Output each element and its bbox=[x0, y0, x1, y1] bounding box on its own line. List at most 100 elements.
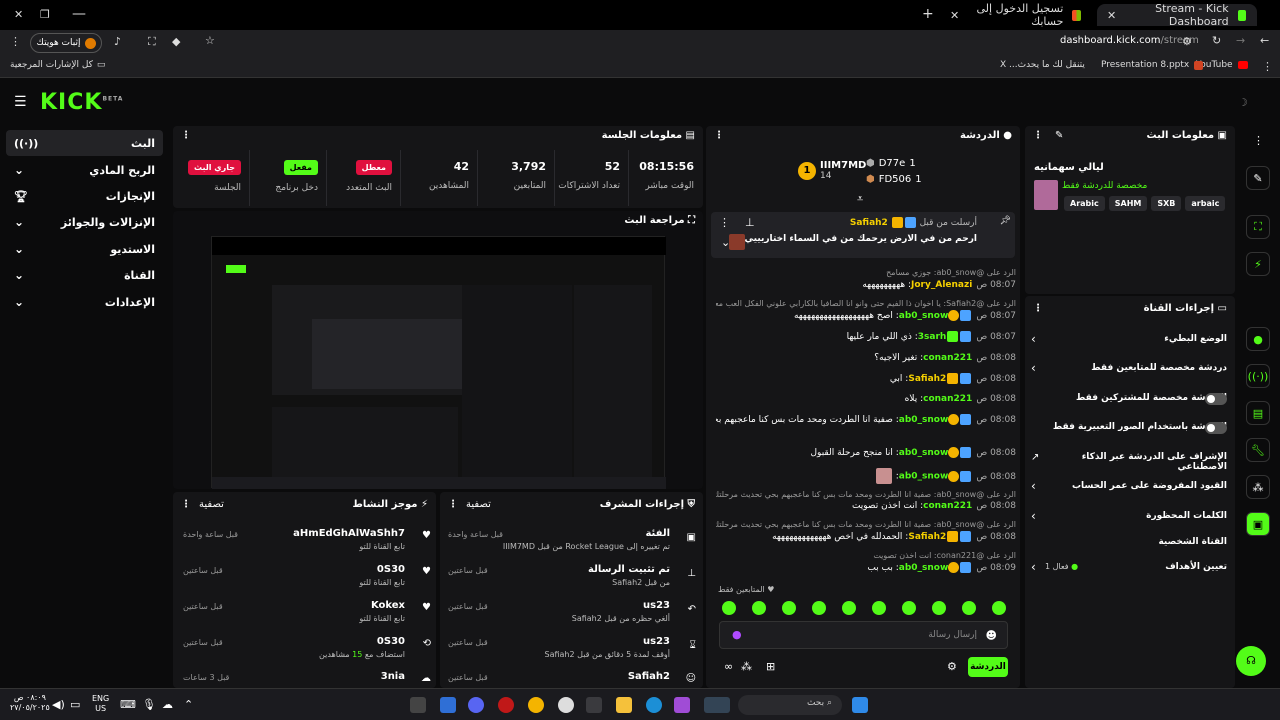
screenshot-icon[interactable]: ⛶ bbox=[148, 35, 156, 49]
sidebar-item-channel[interactable]: القناة ⌄ bbox=[6, 262, 163, 288]
taskbar-app-icon[interactable] bbox=[410, 697, 426, 713]
hamburger-menu-icon[interactable]: ☰ bbox=[14, 94, 27, 110]
send-chat-button[interactable]: الدردشة bbox=[968, 657, 1008, 677]
rail-bolt-button[interactable]: ⚡︎ bbox=[1246, 252, 1270, 276]
edge-icon[interactable] bbox=[646, 697, 662, 713]
settings-icon[interactable] bbox=[558, 697, 574, 713]
chrome-icon[interactable] bbox=[528, 697, 544, 713]
emote-button[interactable] bbox=[932, 601, 946, 615]
support-chat-button[interactable]: ☊ bbox=[1236, 646, 1266, 676]
users-icon[interactable]: ⁂ bbox=[741, 660, 752, 673]
mic-icon[interactable]: ● bbox=[732, 628, 742, 641]
menu-kebab-icon[interactable]: ⋮ bbox=[10, 35, 21, 48]
more-icon[interactable]: ⋮ bbox=[448, 499, 458, 510]
taskbar-app-icon[interactable] bbox=[586, 697, 602, 713]
emote-button[interactable] bbox=[812, 601, 826, 615]
gift-icon[interactable]: ⊞ bbox=[766, 660, 775, 673]
emote-button[interactable] bbox=[872, 601, 886, 615]
bookmark-x[interactable]: يتنقل لك ما يحدث... X bbox=[1000, 60, 1085, 70]
rail-broadcast-button[interactable]: ((·)) bbox=[1246, 364, 1270, 388]
taskbar-search[interactable]: ⌕ بحث bbox=[738, 695, 842, 715]
widgets-icon[interactable] bbox=[704, 697, 730, 713]
back-icon[interactable]: ← bbox=[1260, 34, 1269, 47]
infinity-icon[interactable]: ∞ bbox=[724, 660, 733, 673]
close-window-icon[interactable]: ✕ bbox=[14, 8, 23, 21]
more-icon[interactable]: ⋮ bbox=[181, 130, 191, 141]
cloud-icon[interactable]: ☁ bbox=[162, 698, 173, 711]
rail-layers-button[interactable]: ▤ bbox=[1246, 401, 1270, 425]
rail-chat-button[interactable]: ● bbox=[1246, 327, 1270, 351]
windows-start-icon[interactable] bbox=[852, 697, 868, 713]
network-icon[interactable]: ▭ bbox=[70, 698, 80, 711]
tag[interactable]: Arabic bbox=[1064, 196, 1105, 211]
emote-button[interactable] bbox=[722, 601, 736, 615]
filter-button[interactable]: تصفية bbox=[199, 499, 224, 510]
bookmark-star-icon[interactable]: ☆ bbox=[205, 34, 215, 47]
clock[interactable]: ٠٨:٠٩ ص ٢٧/٠٥/٢٠٢٥ bbox=[10, 693, 50, 713]
taskbar-app-icon[interactable] bbox=[440, 697, 456, 713]
profile-chip[interactable]: إثبات هويتك bbox=[30, 33, 102, 53]
emote-button[interactable] bbox=[962, 601, 976, 615]
emote-button[interactable] bbox=[902, 601, 916, 615]
tab-login[interactable]: تسجيل الدخول إلى حسابك ✕ bbox=[940, 2, 1092, 28]
stream-preview-video[interactable] bbox=[211, 236, 666, 489]
vpn-icon[interactable]: ◆ bbox=[172, 35, 180, 48]
rail-tools-button[interactable]: 🔧︎ bbox=[1246, 438, 1270, 462]
rail-edit-button[interactable]: ✎ bbox=[1246, 166, 1270, 190]
tab-kick-dashboard[interactable]: Stream - Kick Dashboard ✕ bbox=[1097, 2, 1257, 28]
collapse-leaderboard-icon[interactable]: ⩡ bbox=[857, 192, 863, 206]
emote-button[interactable] bbox=[752, 601, 766, 615]
volume-icon[interactable]: ◀︎) bbox=[52, 698, 65, 711]
emote-button[interactable] bbox=[842, 601, 856, 615]
subscribers-only-toggle[interactable] bbox=[1205, 393, 1227, 405]
extensions-icon[interactable]: ♪ bbox=[114, 35, 121, 48]
reload-icon[interactable]: ↻ bbox=[1212, 34, 1221, 47]
tag[interactable]: arbaic bbox=[1185, 196, 1226, 211]
copilot-icon[interactable] bbox=[674, 697, 690, 713]
rail-crop-button[interactable]: ⛶ bbox=[1246, 215, 1270, 239]
minimize-window-icon[interactable]: — bbox=[72, 6, 86, 22]
file-explorer-icon[interactable] bbox=[616, 697, 632, 713]
sidebar-item-studio[interactable]: الاستديو ⌄ bbox=[6, 236, 163, 262]
discord-icon[interactable] bbox=[468, 697, 484, 713]
more-icon[interactable]: ⋮ bbox=[719, 216, 730, 229]
emote-button[interactable] bbox=[992, 601, 1006, 615]
language-indicator[interactable]: ENG US bbox=[92, 694, 109, 714]
new-tab-icon[interactable]: + bbox=[922, 6, 934, 22]
sidebar-item-stream[interactable]: البث ((·)) bbox=[6, 130, 163, 156]
chat-input[interactable]: ☻ إرسال رسالة ● bbox=[719, 621, 1008, 649]
keyboard-icon[interactable]: ⌨ bbox=[120, 698, 136, 711]
tray-overflow-icon[interactable]: ⌃ bbox=[184, 698, 193, 711]
theme-icon[interactable]: ☽ bbox=[1238, 96, 1248, 109]
bookmark-presentation[interactable]: Presentation 8.pptx bbox=[1101, 60, 1204, 70]
forward-icon[interactable]: → bbox=[1236, 34, 1245, 47]
bookmarks-more-icon[interactable]: ⋮ bbox=[1262, 60, 1273, 73]
more-icon[interactable]: ⋮ bbox=[181, 499, 191, 510]
sidebar-item-monetization[interactable]: الربح المادي ⌄ bbox=[6, 157, 163, 183]
emote-button[interactable] bbox=[782, 601, 796, 615]
chat-settings-icon[interactable]: ⚙ bbox=[947, 660, 957, 673]
close-tab-icon[interactable]: ✕ bbox=[950, 9, 959, 22]
mic-icon[interactable]: 🎙︎ bbox=[142, 698, 156, 711]
edit-icon[interactable]: ✎ bbox=[1055, 130, 1063, 141]
rail-share-button[interactable]: ⁂ bbox=[1246, 475, 1270, 499]
taskbar-app-icon[interactable] bbox=[498, 697, 514, 713]
restore-window-icon[interactable]: ❐ bbox=[40, 8, 50, 21]
more-icon[interactable]: ⋮ bbox=[1253, 134, 1264, 147]
rail-app-button[interactable]: ▣ bbox=[1246, 512, 1270, 536]
site-settings-icon[interactable]: ⚙ bbox=[1182, 35, 1192, 48]
filter-button[interactable]: تصفية bbox=[466, 499, 491, 510]
bookmark-all[interactable]: ▭ كل الإشارات المرجعية bbox=[10, 60, 105, 70]
unpin-icon[interactable]: ⊥ bbox=[745, 216, 755, 229]
sidebar-item-drops[interactable]: الإنزالات والجوائز ⌄ bbox=[6, 209, 163, 235]
sidebar-item-achievements[interactable]: الإنجازات 🏆︎ bbox=[6, 183, 163, 209]
tag[interactable]: SXB bbox=[1151, 196, 1182, 211]
tag[interactable]: SAHM bbox=[1108, 196, 1148, 211]
more-icon[interactable]: ⋮ bbox=[1033, 130, 1043, 141]
emoji-icon[interactable]: ☻ bbox=[986, 629, 997, 642]
emotes-only-toggle[interactable] bbox=[1205, 422, 1227, 434]
more-icon[interactable]: ⋮ bbox=[714, 130, 724, 141]
sidebar-item-settings[interactable]: الإعدادات ⌄ bbox=[6, 289, 163, 315]
close-tab-icon[interactable]: ✕ bbox=[1107, 9, 1116, 22]
more-icon[interactable]: ⋮ bbox=[1033, 303, 1043, 314]
